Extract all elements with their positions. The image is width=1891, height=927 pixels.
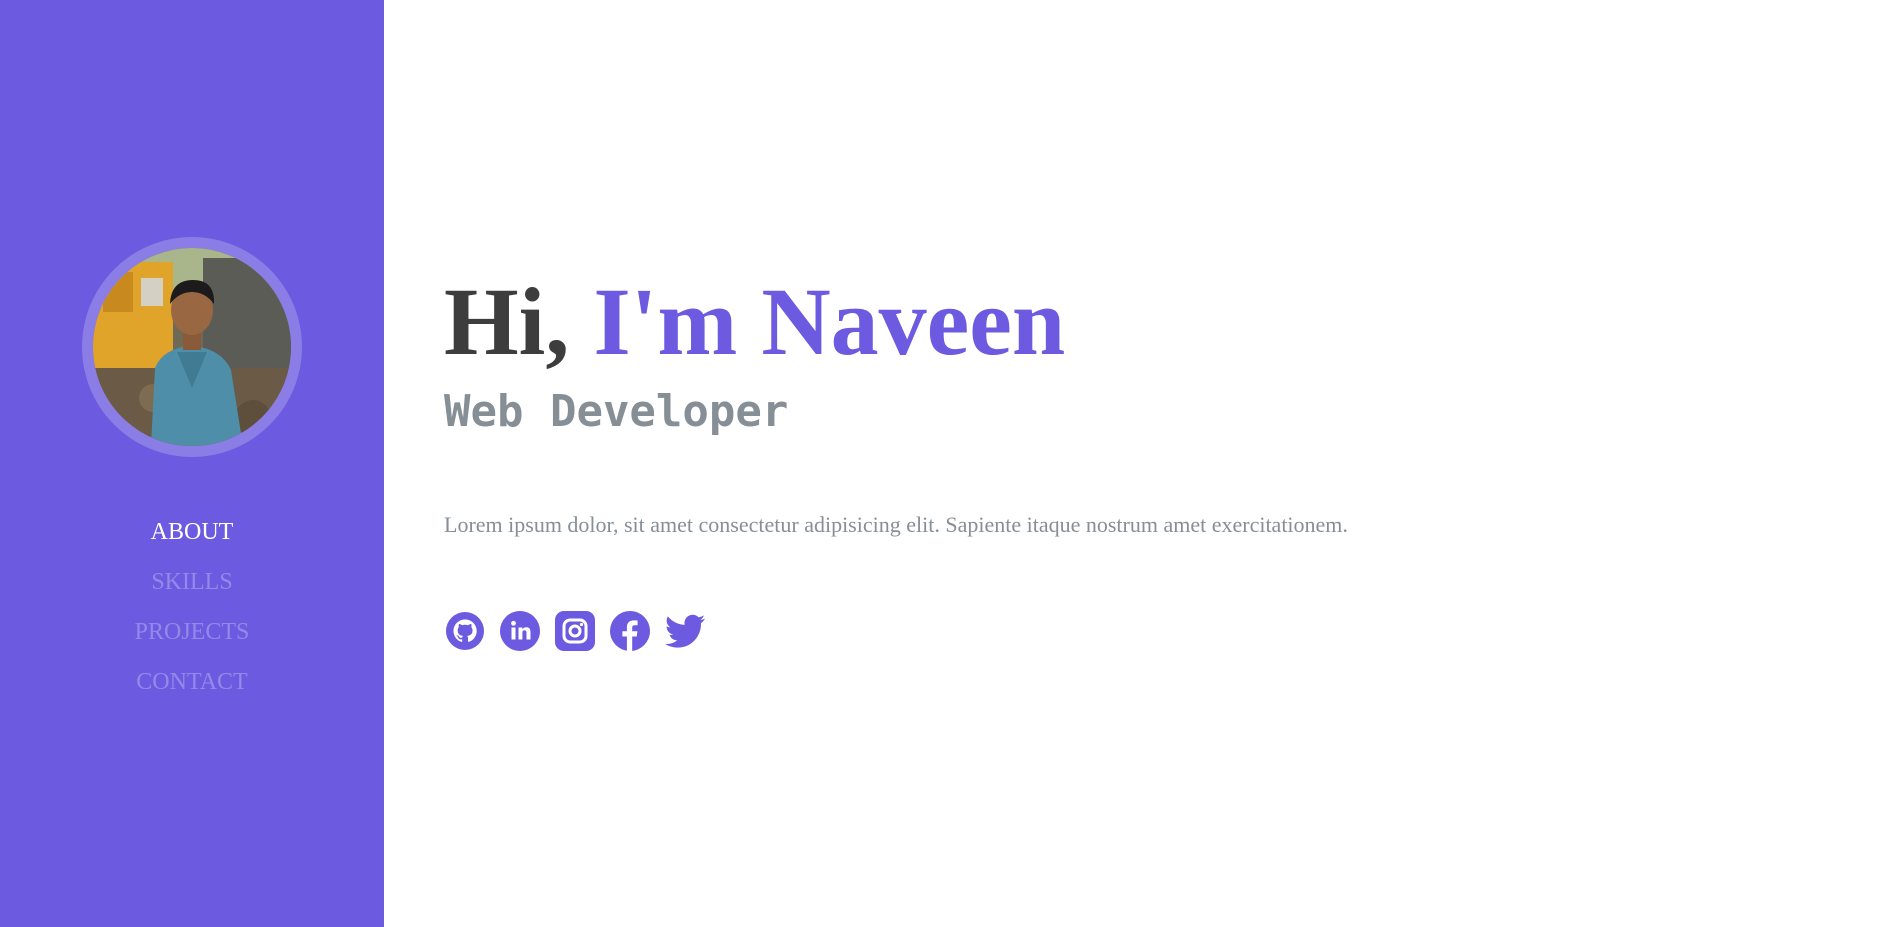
sidebar: ABOUT SKILLS PROJECTS CONTACT [0,0,384,927]
instagram-link[interactable] [554,610,596,652]
avatar-ring [82,237,302,457]
hero-greeting: Hi, [444,268,594,375]
page: ABOUT SKILLS PROJECTS CONTACT Hi, I'm Na… [0,0,1891,927]
twitter-link[interactable] [664,610,706,652]
sidebar-nav: ABOUT SKILLS PROJECTS CONTACT [0,510,384,710]
avatar [93,248,291,446]
hero-title: Hi, I'm Naveen [444,262,1065,382]
nav-item-skills[interactable]: SKILLS [0,560,384,610]
facebook-icon [610,611,650,651]
hero-role: Web Developer [444,386,789,437]
twitter-icon [665,614,705,648]
nav-item-projects[interactable]: PROJECTS [0,610,384,660]
linkedin-icon [500,611,540,651]
nav-item-contact[interactable]: CONTACT [0,660,384,710]
github-link[interactable] [444,610,486,652]
main-content: Hi, I'm Naveen Web Developer Lorem ipsum… [444,0,1824,927]
linkedin-link[interactable] [499,610,541,652]
github-icon [446,612,484,650]
facebook-link[interactable] [609,610,651,652]
profile-photo [93,248,291,446]
instagram-icon [555,611,595,651]
nav-item-about[interactable]: ABOUT [0,510,384,560]
social-links [444,610,706,652]
hero-name: I'm Naveen [593,268,1066,375]
hero-description: Lorem ipsum dolor, sit amet consectetur … [444,512,1348,537]
